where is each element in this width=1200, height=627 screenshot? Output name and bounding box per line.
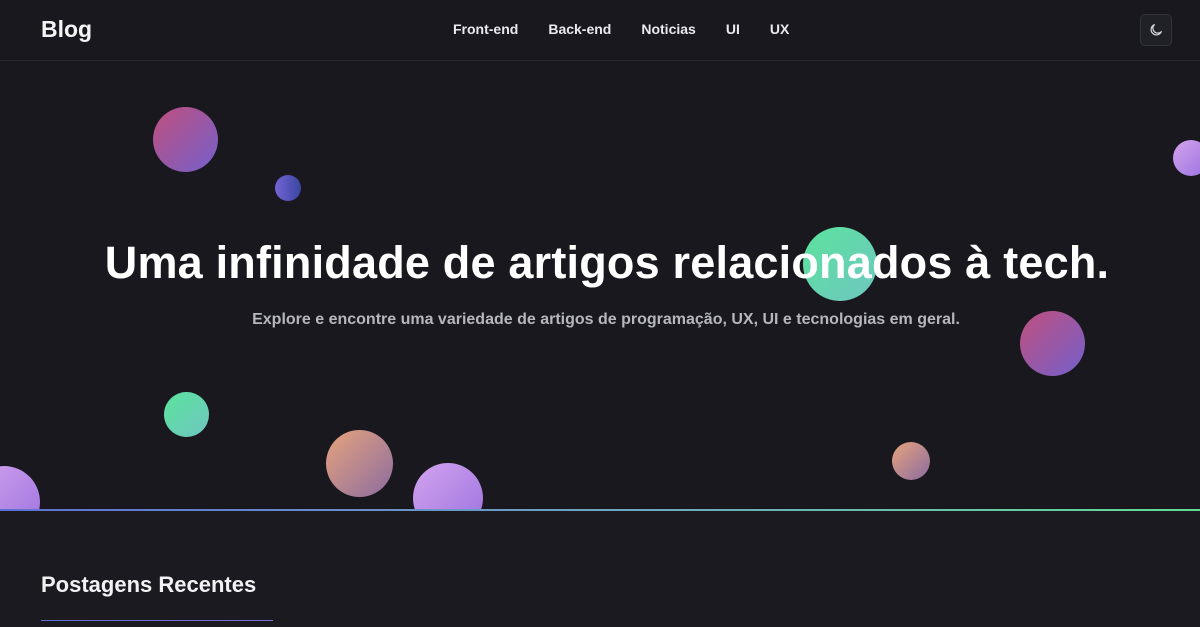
decorative-bubble: [892, 442, 930, 480]
decorative-bubble: [164, 392, 209, 437]
hero-subtitle: Explore e encontre uma variedade de arti…: [252, 311, 960, 328]
nav-link-back-end[interactable]: Back-end: [548, 21, 611, 37]
hero-title: Uma infinidade de artigos relacionados à…: [104, 237, 1110, 288]
main-nav: Front-end Back-end Noticias UI UX: [453, 21, 789, 37]
moon-icon: [1150, 24, 1162, 36]
navbar: Blog Front-end Back-end Noticias UI UX: [0, 0, 1200, 61]
heading-underline: [41, 620, 273, 621]
recent-posts-section: Postagens Recentes: [0, 511, 1200, 627]
decorative-bubble: [413, 463, 483, 510]
decorative-bubble: [0, 466, 40, 510]
decorative-bubble: [275, 175, 301, 201]
nav-link-front-end[interactable]: Front-end: [453, 21, 518, 37]
theme-toggle-button[interactable]: [1140, 14, 1172, 46]
decorative-bubble: [1173, 140, 1200, 176]
nav-link-ux[interactable]: UX: [770, 21, 789, 37]
decorative-bubble: [326, 430, 393, 497]
recent-posts-heading: Postagens Recentes: [41, 572, 257, 597]
decorative-bubble: [153, 107, 218, 172]
brand-logo[interactable]: Blog: [41, 16, 92, 43]
nav-link-noticias[interactable]: Noticias: [641, 21, 695, 37]
nav-link-ui[interactable]: UI: [726, 21, 740, 37]
hero-section: Uma infinidade de artigos relacionados à…: [0, 61, 1200, 510]
